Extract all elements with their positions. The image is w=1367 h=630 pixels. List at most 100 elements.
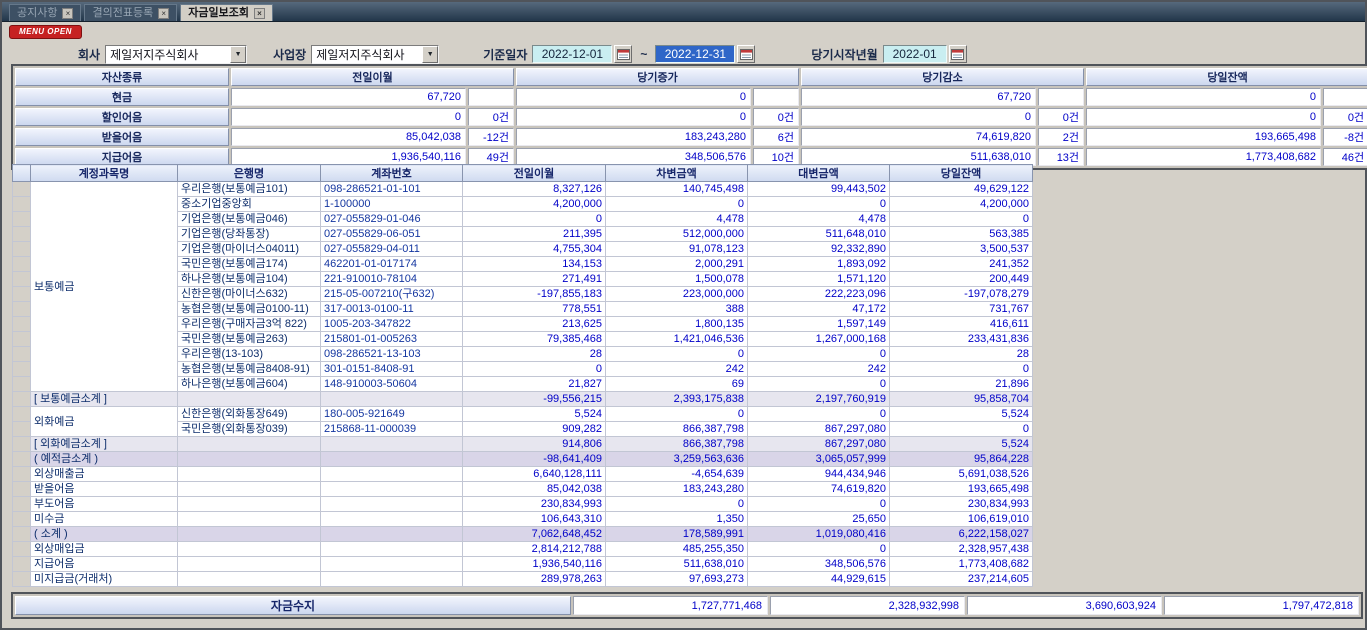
- chevron-down-icon[interactable]: ▼: [230, 46, 246, 63]
- credit-amount-cell: 3,065,057,999: [748, 452, 890, 467]
- row-selector[interactable]: [13, 257, 31, 272]
- base-date-to-input[interactable]: 2022-12-31: [655, 45, 735, 63]
- row-selector[interactable]: [13, 407, 31, 422]
- row-selector[interactable]: [13, 182, 31, 197]
- header-account-name: 계정과목명: [31, 165, 178, 182]
- row-selector[interactable]: [13, 572, 31, 587]
- date-range-separator: ~: [640, 47, 647, 61]
- credit-amount-cell: 0: [748, 377, 890, 392]
- calendar-icon: [951, 48, 964, 60]
- increase-count-cell: 6건: [753, 128, 799, 146]
- row-selector[interactable]: [13, 227, 31, 242]
- credit-amount-cell: 867,297,080: [748, 422, 890, 437]
- chevron-down-icon[interactable]: ▼: [422, 46, 438, 63]
- table-row[interactable]: 부도어음 230,834,993 0 0 230,834,993: [13, 497, 1033, 512]
- today-balance-cell: 0: [890, 362, 1033, 377]
- base-date-from-input[interactable]: 2022-12-01: [532, 45, 612, 63]
- row-selector[interactable]: [13, 347, 31, 362]
- period-start-input[interactable]: 2022-01: [883, 45, 947, 63]
- credit-amount-cell: 25,650: [748, 512, 890, 527]
- prev-carryover-cell: 21,827: [463, 377, 606, 392]
- debit-amount-cell: 485,255,350: [606, 542, 748, 557]
- today-balance-cell: 237,214,605: [890, 572, 1033, 587]
- account-name-cell: ( 예적금소계 ): [31, 452, 178, 467]
- today-balance-cell: 106,619,010: [890, 512, 1033, 527]
- account-number-cell: [321, 482, 463, 497]
- close-icon[interactable]: ×: [254, 8, 265, 19]
- debit-amount-cell: 97,693,273: [606, 572, 748, 587]
- credit-amount-cell: 242: [748, 362, 890, 377]
- row-selector[interactable]: [13, 317, 31, 332]
- row-selector[interactable]: [13, 197, 31, 212]
- table-row[interactable]: ( 예적금소계 ) -98,641,409 3,259,563,636 3,06…: [13, 452, 1033, 467]
- summary-row: 할인어음 0 0건 0 0건 0 0건 0 0건: [15, 108, 1367, 126]
- tab-fund-daily-report[interactable]: 자금일보조회 ×: [180, 4, 273, 21]
- table-row[interactable]: 받을어음 85,042,038 183,243,280 74,619,820 1…: [13, 482, 1033, 497]
- header-debit-amount: 차변금액: [606, 165, 748, 182]
- row-selector[interactable]: [13, 542, 31, 557]
- row-selector[interactable]: [13, 467, 31, 482]
- menu-open-button[interactable]: MENU OPEN: [9, 25, 82, 39]
- bank-name-cell: 기업은행(마이너스04011): [178, 242, 321, 257]
- workplace-select[interactable]: 제일저지주식회사 ▼: [311, 45, 439, 64]
- calendar-icon[interactable]: [737, 45, 755, 63]
- row-selector[interactable]: [13, 377, 31, 392]
- table-row[interactable]: [ 외화예금소계 ] 914,806 866,387,798 867,297,0…: [13, 437, 1033, 452]
- company-select[interactable]: 제일저지주식회사 ▼: [105, 45, 247, 64]
- debit-amount-cell: 242: [606, 362, 748, 377]
- calendar-icon[interactable]: [614, 45, 632, 63]
- today-balance-cell: 4,200,000: [890, 197, 1033, 212]
- account-name-cell: 미수금: [31, 512, 178, 527]
- table-row[interactable]: 미지급금(거래처) 289,978,263 97,693,273 44,929,…: [13, 572, 1033, 587]
- row-selector[interactable]: [13, 422, 31, 437]
- row-selector[interactable]: [13, 242, 31, 257]
- credit-amount-cell: 4,478: [748, 212, 890, 227]
- prev-carryover-cell: 1,936,540,116: [463, 557, 606, 572]
- row-selector[interactable]: [13, 332, 31, 347]
- account-name-cell: 외화예금: [31, 407, 178, 437]
- row-selector[interactable]: [13, 512, 31, 527]
- row-selector[interactable]: [13, 497, 31, 512]
- company-label: 회사: [78, 46, 100, 63]
- tab-notice[interactable]: 공지사항 ×: [9, 4, 81, 21]
- decrease-count-cell: 2건: [1038, 128, 1084, 146]
- table-row[interactable]: 보통예금 우리은행(보통예금101) 098-286521-01-101 8,3…: [13, 182, 1033, 197]
- row-selector[interactable]: [13, 212, 31, 227]
- balance-amount-cell: 0: [1086, 108, 1321, 126]
- row-selector[interactable]: [13, 452, 31, 467]
- close-icon[interactable]: ×: [62, 8, 73, 19]
- table-row[interactable]: 외상매입금 2,814,212,788 485,255,350 0 2,328,…: [13, 542, 1033, 557]
- table-row[interactable]: ( 소계 ) 7,062,648,452 178,589,991 1,019,0…: [13, 527, 1033, 542]
- credit-amount-cell: 867,297,080: [748, 437, 890, 452]
- debit-amount-cell: 866,387,798: [606, 437, 748, 452]
- bank-name-cell: 기업은행(보통예금046): [178, 212, 321, 227]
- close-icon[interactable]: ×: [158, 8, 169, 19]
- header-prev-carryover: 전일이월: [231, 68, 514, 86]
- credit-amount-cell: 74,619,820: [748, 482, 890, 497]
- row-selector[interactable]: [13, 527, 31, 542]
- calendar-icon[interactable]: [949, 45, 967, 63]
- row-selector[interactable]: [13, 272, 31, 287]
- row-selector[interactable]: [13, 437, 31, 452]
- decrease-count-cell: 13건: [1038, 148, 1084, 166]
- table-row[interactable]: 지급어음 1,936,540,116 511,638,010 348,506,5…: [13, 557, 1033, 572]
- prev-carryover-cell: 289,978,263: [463, 572, 606, 587]
- row-selector[interactable]: [13, 362, 31, 377]
- row-selector[interactable]: [13, 392, 31, 407]
- row-selector[interactable]: [13, 302, 31, 317]
- account-name-cell: ( 소계 ): [31, 527, 178, 542]
- prev-carryover-cell: 85,042,038: [463, 482, 606, 497]
- header-today-balance: 당일잔액: [890, 165, 1033, 182]
- row-selector[interactable]: [13, 557, 31, 572]
- tab-voucher-entry[interactable]: 결의전표등록 ×: [84, 4, 177, 21]
- table-row[interactable]: 외상매출금 6,640,128,111 -4,654,639 944,434,9…: [13, 467, 1033, 482]
- bank-name-cell: [178, 557, 321, 572]
- table-row[interactable]: 외화예금 신한은행(외화통장649) 180-005-921649 5,524 …: [13, 407, 1033, 422]
- account-number-cell: [321, 437, 463, 452]
- table-row[interactable]: [ 보통예금소계 ] -99,556,215 2,393,175,838 2,1…: [13, 392, 1033, 407]
- credit-amount-cell: 944,434,946: [748, 467, 890, 482]
- row-selector[interactable]: [13, 482, 31, 497]
- today-balance-cell: 21,896: [890, 377, 1033, 392]
- row-selector[interactable]: [13, 287, 31, 302]
- table-row[interactable]: 미수금 106,643,310 1,350 25,650 106,619,010: [13, 512, 1033, 527]
